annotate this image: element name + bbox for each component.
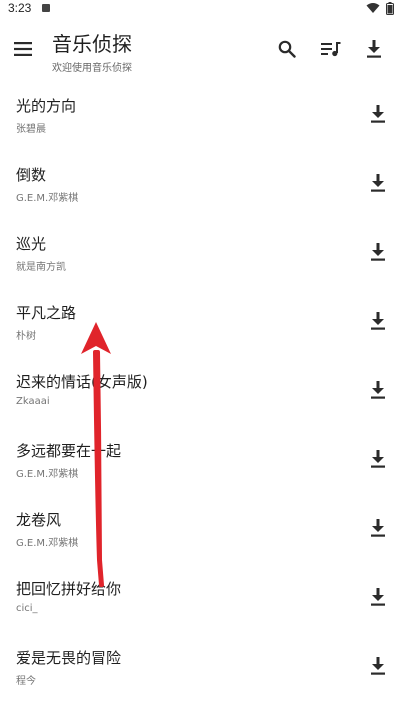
download-icon[interactable] [366,240,390,264]
song-title: 平凡之路 [16,304,77,322]
song-artist: 张碧晨 [16,124,46,135]
status-bar: 3:23 [0,0,400,18]
list-item[interactable]: 龙卷风 G.E.M.邓紫棋 [0,496,400,565]
download-icon[interactable] [366,516,390,540]
list-item[interactable]: 多远都要在一起 G.E.M.邓紫棋 [0,427,400,496]
song-title: 巡光 [16,235,47,253]
search-icon[interactable] [272,34,302,64]
list-item[interactable]: 倒数 G.E.M.邓紫棋 [0,151,400,220]
menu-icon[interactable] [10,36,36,62]
download-icon[interactable] [366,654,390,678]
download-icon[interactable] [366,171,390,195]
download-icon[interactable] [359,34,389,64]
song-title: 龙卷风 [16,511,62,529]
download-icon[interactable] [366,378,390,402]
status-icons [366,1,394,15]
song-title: 多远都要在一起 [16,442,122,460]
song-artist: Zkaaai [16,396,50,407]
battery-icon [386,1,394,15]
song-artist: cici_ [16,603,38,614]
download-icon[interactable] [366,309,390,333]
download-icon[interactable] [366,585,390,609]
list-item[interactable]: 巡光 就是南方凯 [0,220,400,289]
status-time: 3:23 [8,1,32,15]
list-item[interactable]: 迟来的情话(女声版) Zkaaai [0,358,400,427]
download-icon[interactable] [366,102,390,126]
song-list: 光的方向 张碧晨 倒数 G.E.M.邓紫棋 巡光 就是南方凯 平凡之路 朴树 迟… [0,82,400,703]
notification-icon [42,4,50,12]
song-artist: G.E.M.邓紫棋 [16,193,79,204]
playlist-music-icon[interactable] [316,34,346,64]
song-title: 把回忆拼好给你 [16,580,122,598]
list-item[interactable]: 光的方向 张碧晨 [0,82,400,151]
song-artist: 程今 [16,676,36,687]
song-title: 爱是无畏的冒险 [16,649,122,667]
app-bar: 音乐侦探 欢迎使用音乐侦探 [0,18,400,82]
list-item[interactable]: 把回忆拼好给你 cici_ [0,565,400,634]
song-artist: G.E.M.邓紫棋 [16,469,79,480]
app-title: 音乐侦探 [52,32,132,56]
song-artist: G.E.M.邓紫棋 [16,538,79,549]
song-artist: 朴树 [16,331,36,342]
song-artist: 就是南方凯 [16,262,66,273]
list-item[interactable]: 爱是无畏的冒险 程今 [0,634,400,703]
song-title: 光的方向 [16,97,77,115]
song-title: 倒数 [16,166,47,184]
song-title: 迟来的情话(女声版) [16,373,148,391]
app-subtitle: 欢迎使用音乐侦探 [52,63,132,74]
list-item[interactable]: 平凡之路 朴树 [0,289,400,358]
wifi-icon [366,3,380,13]
download-icon[interactable] [366,447,390,471]
